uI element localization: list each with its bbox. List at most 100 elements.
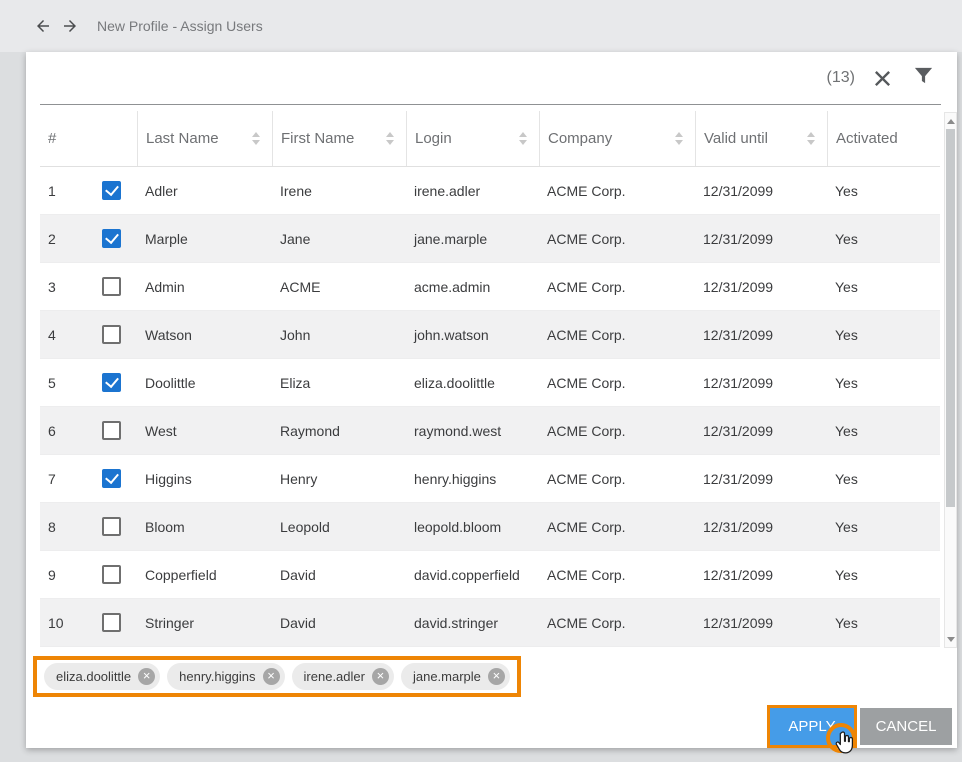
cell-last: Bloom (137, 519, 272, 535)
cell-valid: 12/31/2099 (695, 423, 827, 439)
row-checkbox[interactable] (102, 325, 121, 344)
forward-arrow-icon[interactable] (61, 17, 79, 35)
cell-company: ACME Corp. (539, 375, 695, 391)
cell-first: John (272, 327, 406, 343)
filter-icon[interactable] (914, 67, 933, 89)
column-label: Login (415, 130, 452, 147)
row-number: 1 (48, 183, 102, 199)
cell-activated: Yes (827, 471, 940, 487)
cursor-icon (834, 730, 857, 762)
sort-icon[interactable] (807, 132, 815, 145)
column-label: Last Name (146, 130, 219, 147)
cell-login: irene.adler (406, 183, 539, 199)
column-header[interactable]: First Name (272, 111, 406, 166)
cell-first: David (272, 567, 406, 583)
back-arrow-icon[interactable] (34, 17, 52, 35)
column-label: Activated (836, 130, 898, 147)
row-number: 6 (48, 423, 102, 439)
filter-input[interactable] (40, 52, 827, 104)
scrollbar-thumb[interactable] (946, 129, 955, 507)
row-checkbox[interactable] (102, 181, 121, 200)
row-number: 10 (48, 615, 102, 631)
cell-last: Marple (137, 231, 272, 247)
column-header[interactable]: Login (406, 111, 539, 166)
cell-login: henry.higgins (406, 471, 539, 487)
table-row: 10StringerDaviddavid.stringerACME Corp.1… (40, 599, 940, 647)
cell-login: eliza.doolittle (406, 375, 539, 391)
result-count: (13) (827, 69, 855, 87)
sort-icon[interactable] (252, 132, 260, 145)
scroll-down-icon[interactable] (945, 632, 956, 646)
table-row: 5DoolittleElizaeliza.doolittleACME Corp.… (40, 359, 940, 407)
scroll-up-icon[interactable] (945, 114, 956, 128)
selected-users-box: eliza.doolittle×henry.higgins×irene.adle… (33, 656, 521, 697)
table-row: 1AdlerIreneirene.adlerACME Corp.12/31/20… (40, 167, 940, 215)
user-chip: eliza.doolittle× (44, 663, 160, 690)
table-body: 1AdlerIreneirene.adlerACME Corp.12/31/20… (40, 167, 940, 647)
row-checkbox[interactable] (102, 517, 121, 536)
scrollbar[interactable] (944, 112, 957, 648)
cell-last: Watson (137, 327, 272, 343)
row-checkbox[interactable] (102, 565, 121, 584)
table-header: #Last NameFirst NameLoginCompanyValid un… (40, 111, 940, 167)
user-chip: irene.adler× (292, 663, 394, 690)
cancel-button[interactable]: CANCEL (860, 708, 952, 745)
top-bar: New Profile - Assign Users (0, 0, 962, 52)
cell-login: david.copperfield (406, 567, 539, 583)
chip-remove-icon[interactable]: × (488, 668, 505, 685)
cell-valid: 12/31/2099 (695, 183, 827, 199)
table-row: 4WatsonJohnjohn.watsonACME Corp.12/31/20… (40, 311, 940, 359)
cell-last: West (137, 423, 272, 439)
sort-icon[interactable] (675, 132, 683, 145)
cell-first: David (272, 615, 406, 631)
row-number: 8 (48, 519, 102, 535)
row-number: 3 (48, 279, 102, 295)
row-checkbox[interactable] (102, 277, 121, 296)
table-row: 3AdminACMEacme.adminACME Corp.12/31/2099… (40, 263, 940, 311)
sort-icon[interactable] (519, 132, 527, 145)
row-checkbox[interactable] (102, 373, 121, 392)
clear-filter-icon[interactable] (875, 71, 890, 86)
cell-login: david.stringer (406, 615, 539, 631)
row-index-cell: 4 (40, 325, 137, 344)
row-number: 5 (48, 375, 102, 391)
cell-activated: Yes (827, 423, 940, 439)
page-title: New Profile - Assign Users (97, 18, 263, 34)
chip-remove-icon[interactable]: × (372, 668, 389, 685)
row-number: 7 (48, 471, 102, 487)
cell-login: raymond.west (406, 423, 539, 439)
cell-first: Jane (272, 231, 406, 247)
cell-last: Doolittle (137, 375, 272, 391)
cell-last: Stringer (137, 615, 272, 631)
column-header[interactable]: Company (539, 111, 695, 166)
cell-valid: 12/31/2099 (695, 519, 827, 535)
cell-first: Irene (272, 183, 406, 199)
cell-valid: 12/31/2099 (695, 231, 827, 247)
table-row: 7HigginsHenryhenry.higginsACME Corp.12/3… (40, 455, 940, 503)
chip-label: jane.marple (413, 669, 481, 684)
sort-icon[interactable] (386, 132, 394, 145)
column-header: Activated (827, 111, 940, 166)
column-header[interactable]: Last Name (137, 111, 272, 166)
table-row: 6WestRaymondraymond.westACME Corp.12/31/… (40, 407, 940, 455)
filter-bar: (13) (40, 52, 941, 105)
row-index-cell: 8 (40, 517, 137, 536)
row-checkbox[interactable] (102, 469, 121, 488)
action-buttons: APPLY CANCEL (770, 708, 952, 745)
column-label: First Name (281, 130, 354, 147)
cell-activated: Yes (827, 375, 940, 391)
row-number: 4 (48, 327, 102, 343)
row-index-cell: 2 (40, 229, 137, 248)
row-checkbox[interactable] (102, 421, 121, 440)
cell-login: acme.admin (406, 279, 539, 295)
cell-login: leopold.bloom (406, 519, 539, 535)
cell-activated: Yes (827, 279, 940, 295)
table-row: 2MarpleJanejane.marpleACME Corp.12/31/20… (40, 215, 940, 263)
row-checkbox[interactable] (102, 613, 121, 632)
chip-remove-icon[interactable]: × (138, 668, 155, 685)
cell-company: ACME Corp. (539, 183, 695, 199)
chip-label: henry.higgins (179, 669, 255, 684)
chip-remove-icon[interactable]: × (263, 668, 280, 685)
column-header[interactable]: Valid until (695, 111, 827, 166)
row-checkbox[interactable] (102, 229, 121, 248)
